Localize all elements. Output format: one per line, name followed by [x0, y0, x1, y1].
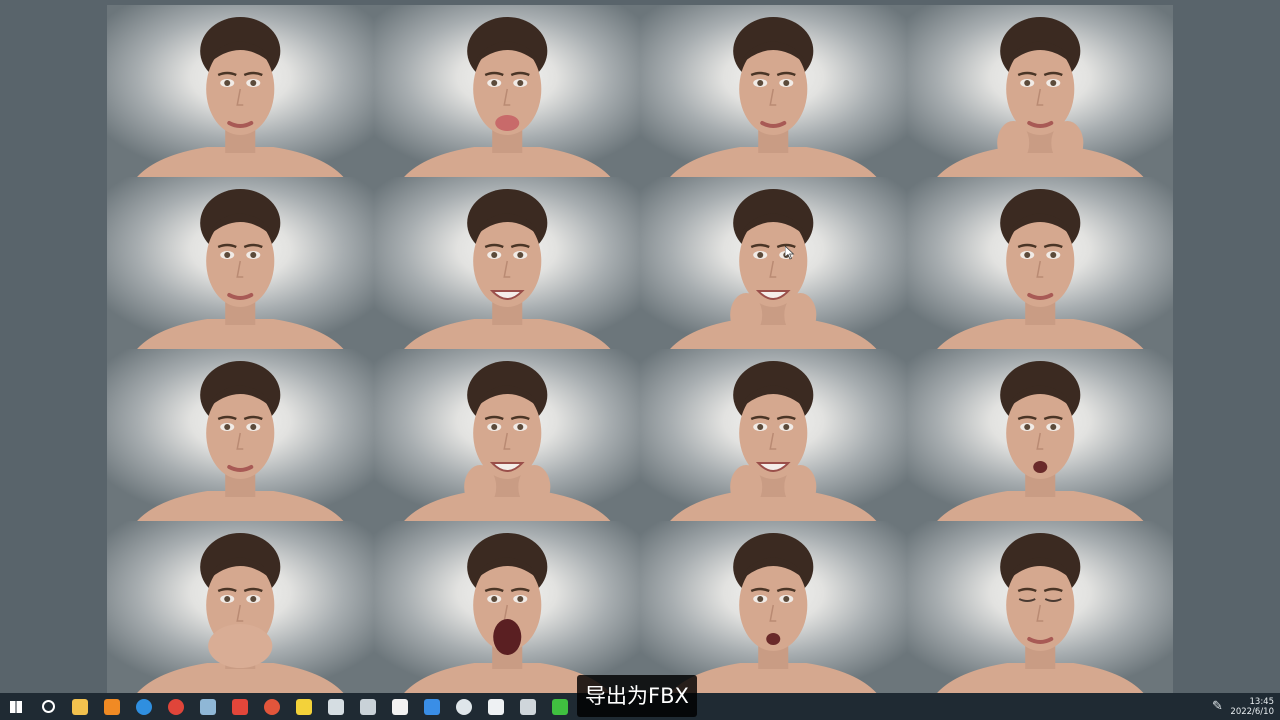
- presentation-app-icon-glyph: [232, 698, 248, 715]
- face-photo-grimace: [373, 177, 640, 349]
- file-explorer-icon-glyph: [72, 698, 88, 715]
- sticky-notes-icon[interactable]: [288, 693, 320, 720]
- search-tool-icon-glyph: [104, 698, 120, 715]
- chrome-browser-icon-glyph: [168, 698, 184, 715]
- expression-photo-grid: [107, 5, 1173, 693]
- face-photo-hands-over-mouth: [107, 521, 374, 693]
- circle-app-icon-glyph: [456, 698, 472, 715]
- circle-app-icon[interactable]: [448, 693, 480, 720]
- notion-app-icon[interactable]: [384, 693, 416, 720]
- vivaldi-browser-icon-glyph: [264, 698, 280, 715]
- green-app-icon-glyph: [552, 698, 568, 715]
- image-tool-icon-glyph: [360, 698, 376, 715]
- clock[interactable]: 13:45 2022/6/10: [1230, 697, 1280, 717]
- taskbar-icons: [0, 693, 576, 720]
- chrome-browser-icon[interactable]: [160, 693, 192, 720]
- face-photo-neutral: [107, 5, 374, 177]
- face-photo-hands-together-smile: [640, 177, 907, 349]
- system-tray: ✎ 13:45 2022/6/10: [1204, 693, 1280, 720]
- windows-start-icon[interactable]: [0, 693, 32, 720]
- clock-date: 2022/6/10: [1230, 706, 1274, 717]
- face-photo-tongue-side: [906, 177, 1173, 349]
- edge-browser-icon-glyph: [136, 698, 152, 715]
- windows-start-icon-glyph: [10, 700, 22, 713]
- screen: 导出为FBX ✎ 13:45 2022/6/10: [0, 0, 1280, 720]
- search-tool-icon[interactable]: [96, 693, 128, 720]
- sticky-notes-icon-glyph: [296, 698, 312, 715]
- face-photo-screaming: [373, 521, 640, 693]
- face-photo-scrunched: [640, 5, 907, 177]
- face-photo-talking: [906, 349, 1173, 521]
- paint-app-icon-glyph: [200, 698, 216, 715]
- clock-time: 13:45: [1249, 696, 1275, 707]
- feather-app-icon[interactable]: [416, 693, 448, 720]
- file-explorer-icon[interactable]: [64, 693, 96, 720]
- feather-app-icon-glyph: [424, 698, 440, 715]
- notion-app-icon-glyph: [392, 698, 408, 715]
- search-icon-glyph: [41, 700, 55, 713]
- unreal-engine-icon[interactable]: [480, 693, 512, 720]
- subtitle-caption: 导出为FBX: [577, 675, 697, 717]
- face-photo-hands-on-cheeks: [906, 5, 1173, 177]
- face-photo-tongue-out: [373, 5, 640, 177]
- zbrush-app-icon[interactable]: [512, 693, 544, 720]
- screen-recorder-icon[interactable]: [320, 693, 352, 720]
- image-tool-icon[interactable]: [352, 693, 384, 720]
- edge-browser-icon[interactable]: [128, 693, 160, 720]
- face-photo-fingers-stretching-mouth: [640, 349, 907, 521]
- zbrush-app-icon-glyph: [520, 698, 536, 715]
- green-app-icon[interactable]: [544, 693, 576, 720]
- search-icon[interactable]: [32, 693, 64, 720]
- face-photo-big-smile: [373, 349, 640, 521]
- face-photo-pursed-lips: [107, 177, 374, 349]
- face-photo-angry-stare: [107, 349, 374, 521]
- unreal-engine-icon-glyph: [488, 698, 504, 715]
- face-photo-surprised: [640, 521, 907, 693]
- presentation-app-icon[interactable]: [224, 693, 256, 720]
- face-photo-eyes-closed-kiss: [906, 521, 1173, 693]
- screen-recorder-icon-glyph: [328, 698, 344, 715]
- paint-app-icon[interactable]: [192, 693, 224, 720]
- mouse-cursor-icon: [785, 246, 795, 260]
- pen-icon[interactable]: ✎: [1204, 699, 1230, 714]
- vivaldi-browser-icon[interactable]: [256, 693, 288, 720]
